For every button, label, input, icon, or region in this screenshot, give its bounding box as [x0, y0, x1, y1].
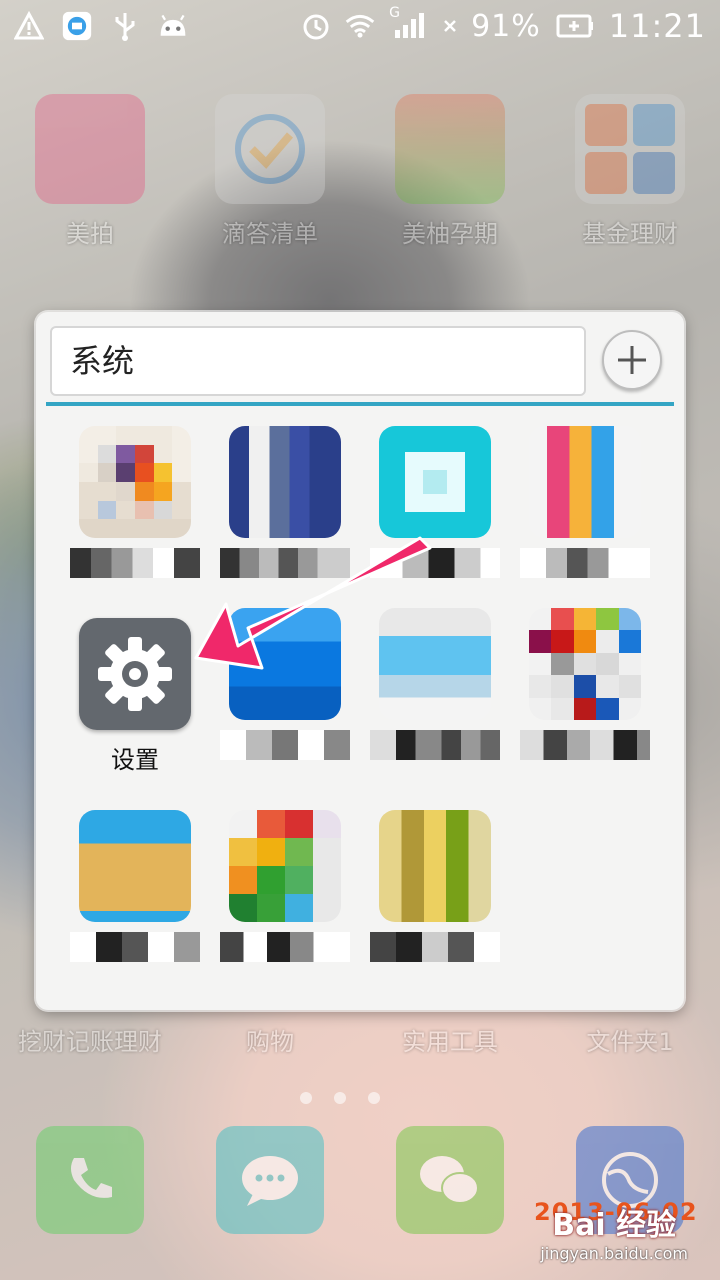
- folder-app-2[interactable]: [210, 426, 360, 578]
- pixelated-app-icon: [379, 608, 491, 720]
- bg-app-label: 美柚孕期: [402, 220, 498, 248]
- pixelated-app-label: [220, 932, 350, 962]
- meiyou-icon: [395, 94, 505, 204]
- pixelated-app-icon: [379, 810, 491, 922]
- checkmark-icon: [215, 94, 325, 204]
- bg-app-meipai[interactable]: 美拍: [5, 94, 175, 249]
- page-dot[interactable]: [300, 1092, 312, 1104]
- pixelated-app-icon: [79, 810, 191, 922]
- pixelated-app-label: [520, 548, 650, 578]
- pixelated-app-label: [220, 730, 350, 760]
- settings-app[interactable]: 设置: [60, 618, 210, 774]
- bg-app-label: 基金理财: [582, 220, 678, 248]
- usb-icon: [110, 11, 140, 41]
- plus-icon: [618, 346, 646, 374]
- folder-name-input[interactable]: 系统: [50, 326, 586, 396]
- pixelated-app-icon: [529, 426, 641, 538]
- pixelated-app-icon: [379, 426, 491, 538]
- android-debug-icon: [158, 11, 188, 41]
- watermark-url: jingyan.baidu.com: [540, 1244, 688, 1263]
- bg-app-didaqingdan[interactable]: 滴答清单: [185, 94, 355, 249]
- bg-app-tools[interactable]: 实用工具: [365, 1012, 535, 1057]
- warning-icon: [14, 11, 44, 41]
- bg-app-label: 实用工具: [402, 1028, 498, 1056]
- pixelated-app-icon: [79, 426, 191, 538]
- folder-panel: 系统 设置: [36, 312, 684, 1010]
- pixelated-app-icon: [229, 810, 341, 922]
- watermark-logo: Bai 经验: [552, 1208, 677, 1243]
- folder-app-10[interactable]: [210, 810, 360, 962]
- bg-app-label: 美拍: [66, 220, 114, 248]
- folder-app-3[interactable]: [360, 426, 510, 578]
- folder-app-7[interactable]: [360, 608, 510, 760]
- pixelated-app-label: [70, 932, 200, 962]
- battery-percent: 91%: [471, 8, 541, 44]
- pixelated-app-label: [520, 730, 650, 760]
- bg-app-label: 滴答清单: [222, 220, 318, 248]
- bg-app-label: 购物: [246, 1028, 294, 1056]
- settings-label: 设置: [111, 746, 159, 774]
- wechat-icon[interactable]: [396, 1126, 504, 1234]
- folder-app-9[interactable]: [60, 810, 210, 962]
- page-dot[interactable]: [368, 1092, 380, 1104]
- battery-icon: [555, 11, 595, 41]
- pixelated-app-label: [220, 548, 350, 578]
- folder-app-11[interactable]: [360, 810, 510, 962]
- pixelated-app-icon: [229, 608, 341, 720]
- bg-app-meiyou[interactable]: 美柚孕期: [365, 94, 535, 249]
- pixelated-app-label: [70, 548, 200, 578]
- bg-app-label: 文件夹1: [586, 1028, 674, 1056]
- page-dot[interactable]: [334, 1092, 346, 1104]
- background-app-row: 美拍 滴答清单 美柚孕期 基金理财: [0, 94, 720, 249]
- pixelated-app-icon: [229, 426, 341, 538]
- folder-divider: [46, 402, 674, 406]
- folder-app-8[interactable]: [510, 608, 660, 760]
- folder-app-1[interactable]: [60, 426, 210, 578]
- bg-app-shopping[interactable]: 购物: [185, 1012, 355, 1057]
- folder-app-4[interactable]: [510, 426, 660, 578]
- meipai-icon: [35, 94, 145, 204]
- pixelated-app-label: [370, 932, 500, 962]
- gear-icon: [79, 618, 191, 730]
- pixelated-app-icon: [529, 608, 641, 720]
- page-indicator: [300, 1092, 380, 1104]
- background-label-row: 挖财记账理财 购物 实用工具 文件夹1: [0, 1012, 720, 1057]
- bg-app-jijin[interactable]: 基金理财: [545, 94, 715, 249]
- phone-icon[interactable]: [36, 1126, 144, 1234]
- pixelated-app-label: [370, 548, 500, 578]
- folder-preview-icon: [575, 94, 685, 204]
- add-app-button[interactable]: [602, 330, 662, 390]
- network-type-label: G: [389, 5, 400, 21]
- app-notification-icon: [62, 11, 92, 41]
- folder-app-6[interactable]: [210, 608, 360, 760]
- status-bar: G 91% 11:21: [0, 0, 720, 52]
- no-data-icon: [443, 11, 457, 41]
- bg-app-wacai[interactable]: 挖财记账理财: [5, 1012, 175, 1057]
- clock: 11:21: [608, 7, 706, 45]
- wifi-icon: [345, 11, 375, 41]
- bg-app-folder1[interactable]: 文件夹1: [545, 1012, 715, 1057]
- pixelated-app-label: [370, 730, 500, 760]
- bg-app-label: 挖财记账理财: [18, 1028, 162, 1056]
- baidu-watermark: Bai 经验 jingyan.baidu.com: [540, 1200, 688, 1263]
- messages-icon[interactable]: [216, 1126, 324, 1234]
- alarm-icon: [301, 11, 331, 41]
- signal-icon: G: [389, 5, 429, 41]
